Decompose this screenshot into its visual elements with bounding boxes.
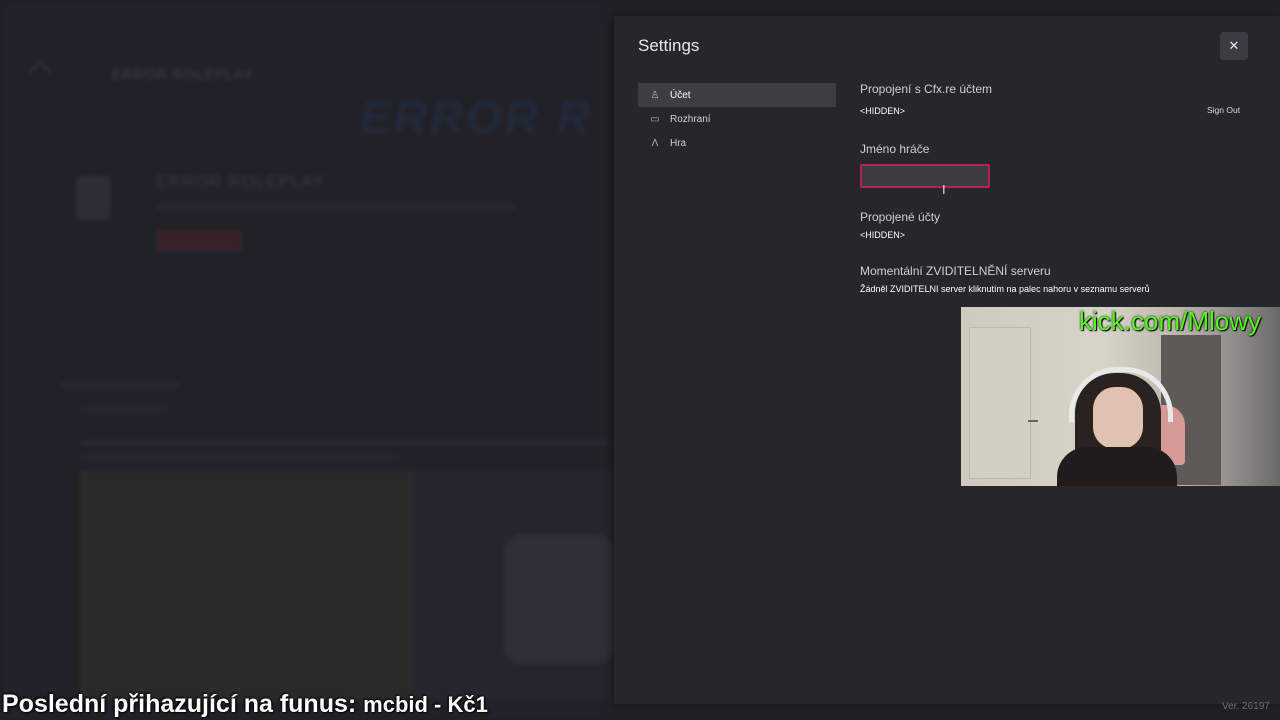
nav-item-interface[interactable]: ▭ Rozhraní bbox=[638, 107, 836, 131]
home-icon bbox=[28, 60, 52, 84]
nav-item-label: Hra bbox=[670, 137, 687, 149]
last-bidder-value: mcbid - Kč1 bbox=[363, 692, 488, 717]
post-image bbox=[80, 470, 414, 700]
server-description-line bbox=[156, 204, 516, 210]
post-text-line bbox=[80, 454, 400, 460]
text-cursor-icon: I bbox=[942, 182, 946, 197]
server-boost-note: Žádněl ZVIDITELNI server kliknutím na pa… bbox=[860, 284, 1150, 294]
settings-title: Settings bbox=[638, 36, 700, 55]
kick-url-overlay: kick.com/Mlowy bbox=[1079, 306, 1262, 336]
player-name-title: Jméno hráče bbox=[860, 142, 930, 156]
post-text-line bbox=[80, 440, 610, 446]
server-logo bbox=[76, 176, 110, 220]
server-banner: ERROR R bbox=[360, 91, 594, 143]
settings-nav: ♙ Účet ▭ Rozhraní Λ Hra bbox=[638, 83, 836, 155]
nav-item-label: Rozhraní bbox=[670, 113, 711, 125]
nav-item-label: Účet bbox=[670, 89, 691, 101]
cfx-account-value: <HIDDEN> bbox=[860, 106, 906, 116]
nav-item-account[interactable]: ♙ Účet bbox=[638, 83, 836, 107]
sign-out-button[interactable]: Sign Out bbox=[1207, 105, 1240, 115]
player-name-input[interactable] bbox=[860, 164, 990, 188]
streamer-body bbox=[1057, 447, 1177, 486]
last-bidder-overlay: Poslední přihazující na funus: mcbid - K… bbox=[2, 690, 488, 719]
linked-accounts-title: Propojené účty bbox=[860, 210, 941, 224]
server-name: ERROR ROLEPLAY bbox=[156, 172, 325, 191]
cfx-link-title: Propojení s Cfx.re účtem bbox=[860, 82, 993, 96]
server-boost-title: Momentální ZVIDITELNĚNÍ serveru bbox=[860, 264, 1051, 278]
headset-image bbox=[1069, 367, 1173, 422]
game-icon: Λ bbox=[651, 137, 659, 149]
close-icon: ✕ bbox=[1228, 38, 1240, 53]
connect-button bbox=[156, 230, 242, 252]
version-label: Ver. 26197 bbox=[1222, 701, 1270, 712]
background-topbar: ERROR ROLEPLAY bbox=[0, 28, 614, 84]
monitor-icon: ▭ bbox=[650, 113, 660, 125]
close-button[interactable]: ✕ bbox=[1220, 32, 1248, 60]
mascot-image bbox=[504, 534, 614, 664]
post-title-line bbox=[80, 406, 170, 412]
section-heading-line bbox=[60, 382, 180, 388]
linked-accounts-value: <HIDDEN> bbox=[860, 230, 906, 240]
background-app-title: ERROR ROLEPLAY bbox=[112, 66, 254, 82]
door-image bbox=[969, 327, 1038, 479]
last-bidder-label: Poslední přihazující na funus: bbox=[2, 690, 357, 718]
user-icon: ♙ bbox=[650, 89, 660, 101]
nav-item-game[interactable]: Λ Hra bbox=[638, 131, 836, 155]
